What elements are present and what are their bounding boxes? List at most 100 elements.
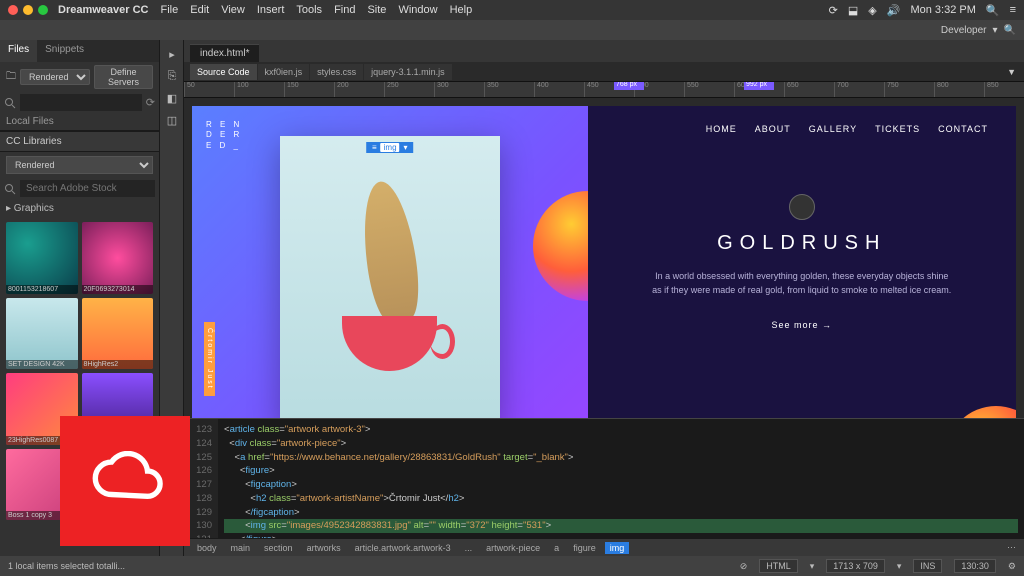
files-panel-tabs: Files Snippets xyxy=(0,40,159,62)
menu-window[interactable]: Window xyxy=(398,4,437,16)
subtab-js1[interactable]: kxf0ien.js xyxy=(258,64,310,80)
library-asset[interactable]: 8HighRes2 xyxy=(82,298,154,370)
cc-libraries-header[interactable]: CC Libraries xyxy=(0,131,159,152)
creative-cloud-logo xyxy=(60,416,190,546)
artist-avatar xyxy=(789,194,815,220)
crumb-active[interactable]: img xyxy=(605,542,630,554)
menu-view[interactable]: View xyxy=(221,4,245,16)
hamburger-icon[interactable]: ≡ xyxy=(372,143,377,152)
filter-icon[interactable]: ▼ xyxy=(1007,67,1016,77)
search-icon[interactable]: 🔍 xyxy=(1004,25,1016,36)
element-selection-hud[interactable]: ≡ img ▾ xyxy=(366,142,414,153)
chevron-down-icon[interactable]: ▾ xyxy=(810,561,815,572)
error-icon[interactable]: ⊘ xyxy=(740,561,748,572)
rendered-page: R E ND E RE D _ Črtomir Just ≡ img ▾ xyxy=(192,106,1016,418)
nav-gallery[interactable]: GALLERY xyxy=(809,124,857,134)
crumb[interactable]: artworks xyxy=(302,542,346,554)
nav-contact[interactable]: CONTACT xyxy=(938,124,988,134)
files-filter-input[interactable] xyxy=(20,94,142,111)
crumb[interactable]: body xyxy=(192,542,222,554)
gold-splash-graphic xyxy=(356,178,424,323)
crumb[interactable]: a xyxy=(549,542,564,554)
tab-snippets[interactable]: Snippets xyxy=(37,40,92,62)
wifi-icon: ◈ xyxy=(868,4,876,17)
window-controls[interactable] xyxy=(8,5,48,15)
page-hero-right: HOME ABOUT GALLERY TICKETS CONTACT GOLDR… xyxy=(588,106,1016,418)
status-selection: 1 local items selected totalli... xyxy=(8,561,125,571)
live-view-canvas[interactable]: R E ND E RE D _ Črtomir Just ≡ img ▾ xyxy=(184,98,1024,418)
nav-home[interactable]: HOME xyxy=(706,124,737,134)
crumb[interactable]: ... xyxy=(460,542,478,554)
code-view[interactable]: 1231241251261271281291301311321331341351… xyxy=(184,418,1024,538)
cursor-pos: 130:30 xyxy=(954,559,996,573)
search-icon xyxy=(4,183,16,195)
subtab-jquery[interactable]: jquery-3.1.1.min.js xyxy=(364,64,452,80)
chevron-down-icon[interactable]: ▾ xyxy=(993,25,998,36)
cup-graphic xyxy=(342,316,437,371)
menu-site[interactable]: Site xyxy=(367,4,386,16)
subtab-css[interactable]: styles.css xyxy=(310,64,363,80)
menu-help[interactable]: Help xyxy=(450,4,473,16)
tag-selector-breadcrumb: body main section artworks article.artwo… xyxy=(184,538,1024,556)
library-dropdown[interactable]: Rendered xyxy=(6,156,153,174)
graphics-section-header[interactable]: ▸ Graphics xyxy=(0,199,159,218)
site-dropdown[interactable]: Rendered xyxy=(20,69,90,85)
filter-search-icon xyxy=(4,97,16,109)
artist-side-label: Črtomir Just xyxy=(204,322,215,396)
menu-tools[interactable]: Tools xyxy=(296,4,322,16)
refresh-icon[interactable]: ⟳ xyxy=(146,96,155,109)
editor-area: index.html* Source Code kxf0ien.js style… xyxy=(184,40,1024,556)
breakpoint-768[interactable]: 768 px xyxy=(614,82,644,90)
nav-about[interactable]: ABOUT xyxy=(755,124,791,134)
code-body[interactable]: <article class="artwork artwork-3"> <div… xyxy=(218,419,1024,538)
app-name: Dreamweaver CC xyxy=(58,4,149,16)
menu-insert[interactable]: Insert xyxy=(257,4,285,16)
sync-settings-icon[interactable]: ⚙ xyxy=(1008,561,1016,572)
document-tabs: index.html* xyxy=(184,40,1024,62)
chevron-down-icon[interactable]: ▾ xyxy=(404,143,408,152)
artwork-title: GOLDRUSH xyxy=(616,232,988,255)
local-files-header: Local Files xyxy=(6,116,54,127)
page-hero-left: R E ND E RE D _ Črtomir Just ≡ img ▾ xyxy=(192,106,588,418)
app-menus[interactable]: File Edit View Insert Tools Find Site Wi… xyxy=(161,4,473,16)
file-mgmt-icon[interactable]: ⎘ xyxy=(162,66,182,86)
workspace-switcher[interactable]: Developer xyxy=(941,25,987,36)
expand-icon[interactable]: ▸ xyxy=(162,44,182,64)
live-view-icon[interactable]: ◧ xyxy=(162,88,182,108)
overflow-icon[interactable]: ⋯ xyxy=(1007,542,1016,553)
inspect-icon[interactable]: ◫ xyxy=(162,110,182,130)
window-size[interactable]: 1713 x 709 xyxy=(826,559,885,573)
doc-tab-index[interactable]: index.html* xyxy=(190,44,259,62)
crumb[interactable]: section xyxy=(259,542,298,554)
crumb[interactable]: figure xyxy=(568,542,601,554)
chevron-down-icon[interactable]: ▾ xyxy=(897,561,902,572)
folder-icon: 🗀 xyxy=(6,69,16,86)
tab-files[interactable]: Files xyxy=(0,40,37,62)
notif-icon[interactable]: ≡ xyxy=(1010,4,1016,16)
crumb[interactable]: article.artwork.artwork-3 xyxy=(350,542,456,554)
library-asset[interactable]: 20F0693273014 xyxy=(82,222,154,294)
sync-icon: ⟳ xyxy=(829,4,838,17)
crumb[interactable]: artwork-piece xyxy=(481,542,545,554)
crumb[interactable]: main xyxy=(226,542,256,554)
insert-mode: INS xyxy=(913,559,942,573)
spotlight-icon[interactable]: 🔍 xyxy=(986,4,1000,17)
library-asset[interactable]: 8001153218607 xyxy=(6,222,78,294)
define-servers-button[interactable]: Define Servers xyxy=(94,65,153,89)
ruler[interactable]: 5010015020025030035040045050055060065070… xyxy=(184,82,1024,98)
workspace-bar: Developer ▾ 🔍 xyxy=(0,20,1024,40)
dropbox-icon: ⬓ xyxy=(848,4,858,17)
menu-file[interactable]: File xyxy=(161,4,179,16)
lang-indicator[interactable]: HTML xyxy=(759,559,798,573)
breakpoint-992[interactable]: 992 px xyxy=(744,82,774,90)
menu-edit[interactable]: Edit xyxy=(190,4,209,16)
nav-tickets[interactable]: TICKETS xyxy=(875,124,920,134)
volume-icon: 🔊 xyxy=(887,4,901,17)
related-files-bar: Source Code kxf0ien.js styles.css jquery… xyxy=(184,62,1024,82)
artwork-figure[interactable]: ≡ img ▾ xyxy=(280,136,500,418)
adobe-stock-search[interactable] xyxy=(20,180,155,197)
menu-find[interactable]: Find xyxy=(334,4,355,16)
library-asset[interactable]: SET DESIGN 42K xyxy=(6,298,78,370)
see-more-link[interactable]: See more → xyxy=(616,320,988,330)
subtab-source[interactable]: Source Code xyxy=(190,64,257,80)
